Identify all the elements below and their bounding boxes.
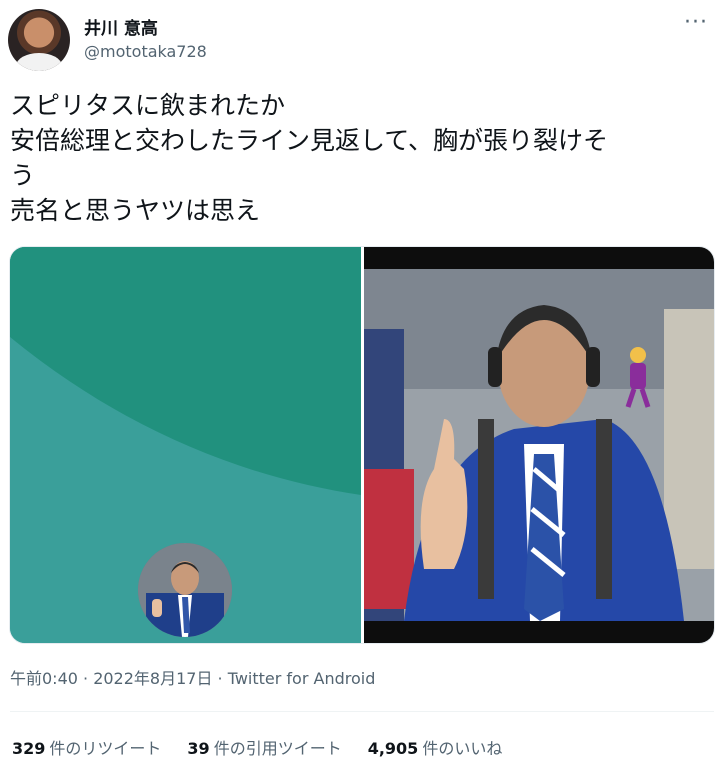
quotes-count: 39	[187, 739, 210, 758]
media-image-right[interactable]	[364, 247, 714, 643]
likes-count: 4,905	[367, 739, 419, 758]
likes-label: 件のいいね	[422, 739, 503, 758]
media-image-left[interactable]	[10, 247, 361, 643]
avatar-shirt	[16, 53, 62, 71]
author-avatar[interactable]	[8, 9, 70, 71]
tweet-line: 売名と思うヤツは思え	[10, 196, 261, 225]
retweets-stat[interactable]: 329 件のリツイート	[12, 735, 161, 759]
tweet-text: スピリタスに飲まれたか 安倍総理と交わしたライン見返して、胸が張り裂けそ う 売…	[10, 88, 716, 228]
author-display-name[interactable]: 井川 意高	[84, 14, 158, 39]
tweet-line: スピリタスに飲まれたか	[10, 91, 286, 120]
quotes-label: 件の引用ツイート	[213, 739, 342, 758]
retweets-count: 329	[12, 739, 46, 758]
tweet-media	[9, 246, 715, 644]
author-handle[interactable]: @mototaka728	[84, 42, 207, 61]
tweet-timestamp[interactable]: 午前0:40 · 2022年8月17日 · Twitter for Androi…	[10, 665, 375, 689]
quotes-stat[interactable]: 39 件の引用ツイート	[187, 735, 341, 759]
tweet-stats: 329 件のリツイート 39 件の引用ツイート 4,905 件のいいね	[12, 735, 502, 759]
divider-line	[10, 711, 714, 712]
likes-stat[interactable]: 4,905 件のいいね	[368, 735, 503, 759]
tweet-line: 安倍総理と交わしたライン見返して、胸が張り裂けそ	[10, 126, 609, 155]
embedded-profile-photo	[138, 543, 232, 637]
helicopter-photo	[364, 269, 714, 621]
tweet-line: う	[10, 161, 36, 190]
more-options-icon[interactable]: ···	[684, 10, 708, 35]
retweets-label: 件のリツイート	[49, 739, 162, 758]
